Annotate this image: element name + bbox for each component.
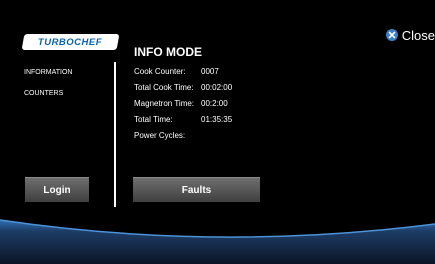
logo-text: TURBOCHEF xyxy=(38,36,103,48)
turbochef-logo: TURBOCHEF xyxy=(21,34,120,50)
close-button[interactable]: Close xyxy=(385,27,435,43)
counter-value: 00:2:00 xyxy=(201,99,228,108)
footer-wave xyxy=(0,219,435,264)
close-icon xyxy=(385,29,398,41)
counter-label: Total Time: xyxy=(134,115,173,124)
counter-label: Power Cycles: xyxy=(134,131,186,140)
counter-value: 0007 xyxy=(201,67,219,76)
sidebar-item-information[interactable]: INFORMATION xyxy=(24,69,72,76)
login-button[interactable]: Login xyxy=(25,177,89,202)
page-title: INFO MODE xyxy=(134,45,202,59)
faults-button[interactable]: Faults xyxy=(133,177,260,202)
counter-value: 01:35:35 xyxy=(201,115,233,124)
sidebar-item-counters[interactable]: COUNTERS xyxy=(24,90,63,97)
counter-label: Magnetron Time: xyxy=(134,99,195,108)
vertical-divider xyxy=(114,62,116,207)
counter-label: Total Cook Time: xyxy=(134,83,194,92)
counter-label: Cook Counter: xyxy=(134,67,186,76)
counter-value: 00:02:00 xyxy=(201,83,233,92)
close-label: Close xyxy=(401,27,435,43)
